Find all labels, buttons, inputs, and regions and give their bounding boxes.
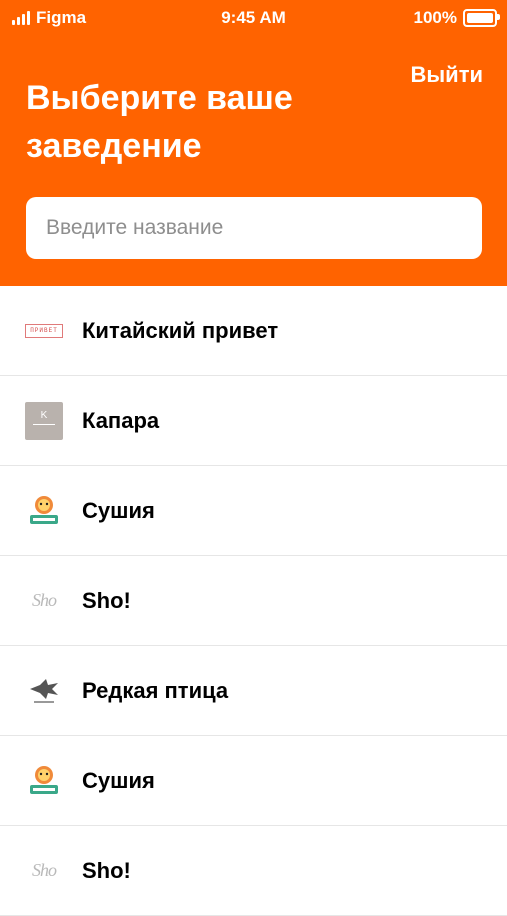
venue-list: ПРИВЕТ Китайский привет K Капара Сушия S… (0, 286, 507, 916)
privet-logo-icon: ПРИВЕТ (24, 311, 64, 351)
venue-name: Sho! (82, 587, 131, 613)
search-input[interactable] (26, 197, 482, 259)
page-title: Выберите ваше заведение (26, 79, 293, 165)
sushi-logo-icon (24, 761, 64, 801)
sho-logo-icon: Sho (32, 590, 57, 610)
venue-name: Sho! (82, 857, 131, 883)
battery-icon (463, 9, 500, 27)
venue-name: Сушия (82, 767, 155, 793)
list-item[interactable]: K Капара (0, 376, 507, 466)
sho-logo-icon: Sho (32, 860, 57, 880)
list-item[interactable]: Редкая птица (0, 646, 507, 736)
logout-button[interactable]: Выйти (411, 62, 484, 88)
status-bar: Figma 9:45 AM 100% (0, 0, 507, 34)
list-item[interactable]: Сушия (0, 736, 507, 826)
venue-name: Редкая птица (82, 677, 229, 703)
list-item[interactable]: Сушия (0, 466, 507, 556)
venue-name: Сушия (82, 497, 155, 523)
battery-indicator: 100% (413, 8, 500, 28)
list-item[interactable]: Sho Sho! (0, 826, 507, 916)
venue-name: Китайский привет (82, 317, 279, 343)
venue-name: Капара (82, 407, 160, 433)
kapara-logo-icon: K (24, 401, 64, 441)
header: Figma 9:45 AM 100% Выйти Выберите ваше з… (0, 0, 507, 286)
bird-logo-icon (24, 671, 64, 711)
battery-percent: 100% (413, 8, 457, 27)
sushi-logo-icon (24, 491, 64, 531)
list-item[interactable]: Sho Sho! (0, 556, 507, 646)
list-item[interactable]: ПРИВЕТ Китайский привет (0, 286, 507, 376)
